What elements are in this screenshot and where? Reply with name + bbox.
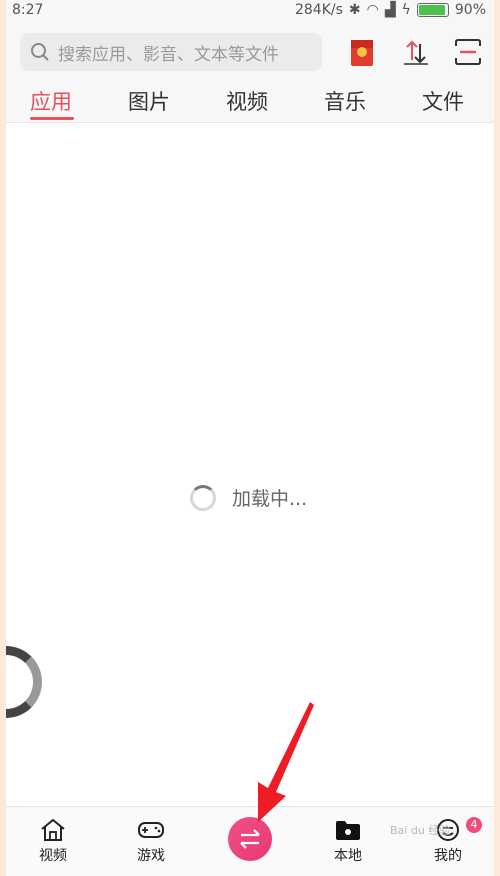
watermark: Bai du 经验 — [390, 824, 451, 837]
red-envelope-icon[interactable] — [346, 36, 378, 68]
nav-label-local: 本地 — [334, 848, 362, 864]
category-tabs: 应用 图片 视频 音乐 文件 — [6, 80, 494, 123]
app-screen: 8:27 284K/s ✱ ◠ ▟ ϟ 90% 搜索应用、影音、文本等文件 应用… — [6, 0, 494, 876]
battery-icon — [416, 3, 449, 17]
status-bar: 8:27 284K/s ✱ ◠ ▟ ϟ 90% — [6, 0, 494, 22]
battery-percent: 90% — [454, 2, 486, 18]
transfer-sort-icon[interactable] — [400, 36, 432, 68]
loading-indicator: 加载中... — [190, 484, 307, 511]
loading-text: 加载中... — [232, 488, 308, 510]
wifi-icon: ◠ — [366, 2, 379, 18]
search-icon — [31, 43, 49, 61]
nav-label-video: 视频 — [39, 848, 67, 864]
tab-images[interactable]: 图片 — [128, 86, 170, 116]
tab-videos[interactable]: 视频 — [226, 86, 268, 116]
network-speed: 284K/s — [294, 2, 343, 18]
tab-apps[interactable]: 应用 — [30, 86, 72, 116]
search-input[interactable]: 搜索应用、影音、文本等文件 — [20, 33, 322, 71]
status-time: 8:27 — [12, 2, 44, 18]
nav-item-local[interactable]: 本地 — [318, 817, 378, 865]
charging-icon: ϟ — [401, 2, 411, 18]
search-placeholder: 搜索应用、影音、文本等文件 — [58, 44, 279, 65]
scan-icon[interactable] — [452, 36, 484, 68]
floating-ball-icon[interactable] — [6, 646, 42, 718]
nav-item-games[interactable]: 游戏 — [121, 817, 181, 865]
search-header: 搜索应用、影音、文本等文件 — [6, 22, 494, 80]
active-tab-indicator — [30, 117, 74, 120]
nav-item-video[interactable]: 视频 — [23, 817, 83, 865]
spinner-icon — [190, 484, 216, 511]
annotation-arrow — [258, 702, 314, 822]
nav-label-mine: 我的 — [434, 848, 462, 864]
gamepad-icon — [138, 822, 164, 838]
tab-music[interactable]: 音乐 — [324, 86, 366, 116]
bluetooth-icon: ✱ — [348, 2, 361, 18]
folder-icon — [336, 821, 360, 840]
notification-badge: 4 — [466, 817, 482, 833]
home-icon — [41, 818, 65, 841]
tab-files[interactable]: 文件 — [422, 86, 464, 116]
status-indicators: 284K/s ✱ ◠ ▟ ϟ 90% — [295, 2, 486, 18]
nav-label-games: 游戏 — [137, 848, 165, 864]
signal-icon: ▟ — [384, 2, 396, 18]
